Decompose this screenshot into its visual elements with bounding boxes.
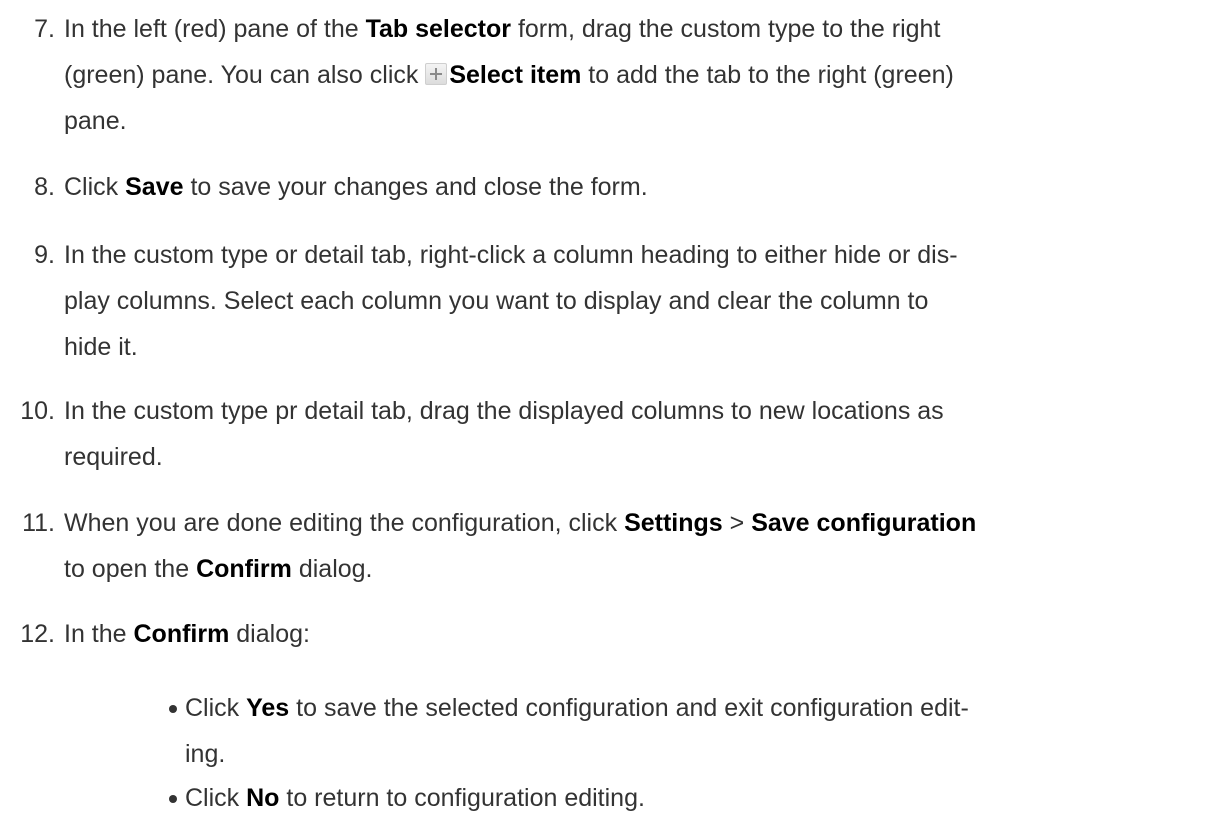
help-page: 7. In the left (red) pane of the Tab sel… bbox=[0, 0, 1216, 827]
step-number: 8. bbox=[34, 173, 55, 201]
step-number: 12. bbox=[20, 620, 55, 648]
step-text: In the custom type pr detail tab, drag t… bbox=[64, 397, 944, 471]
plus-icon bbox=[425, 63, 448, 85]
tab-selector-label: Tab selector bbox=[365, 15, 512, 43]
step-text: In the custom type or detail tab, right-… bbox=[64, 241, 958, 361]
step-text: Click Save to save your changes and clos… bbox=[64, 173, 648, 201]
list-item-no: Click No to return to configuration edit… bbox=[169, 775, 1185, 821]
select-item-label: Select item bbox=[449, 61, 582, 89]
no-label: No bbox=[246, 784, 280, 812]
save-configuration-label: Save configuration bbox=[751, 509, 977, 537]
confirm-label: Confirm bbox=[133, 620, 230, 648]
bullet-icon bbox=[169, 795, 177, 803]
confirm-label: Confirm bbox=[196, 555, 292, 583]
step-text: In the left (red) pane of the Tab select… bbox=[64, 15, 954, 135]
step-number: 9. bbox=[34, 241, 55, 269]
step-number: 10. bbox=[20, 397, 55, 425]
step-number: 11. bbox=[22, 509, 55, 537]
yes-label: Yes bbox=[246, 694, 290, 722]
step-text: When you are done editing the configurat… bbox=[64, 509, 977, 583]
bullet-icon bbox=[169, 705, 177, 713]
step-number: 7. bbox=[34, 15, 55, 43]
list-item-yes: Click Yes to save the selected configura… bbox=[169, 685, 1185, 777]
save-label: Save bbox=[125, 173, 184, 201]
settings-label: Settings bbox=[624, 509, 723, 537]
step-text: In the Confirm dialog: bbox=[64, 620, 310, 648]
